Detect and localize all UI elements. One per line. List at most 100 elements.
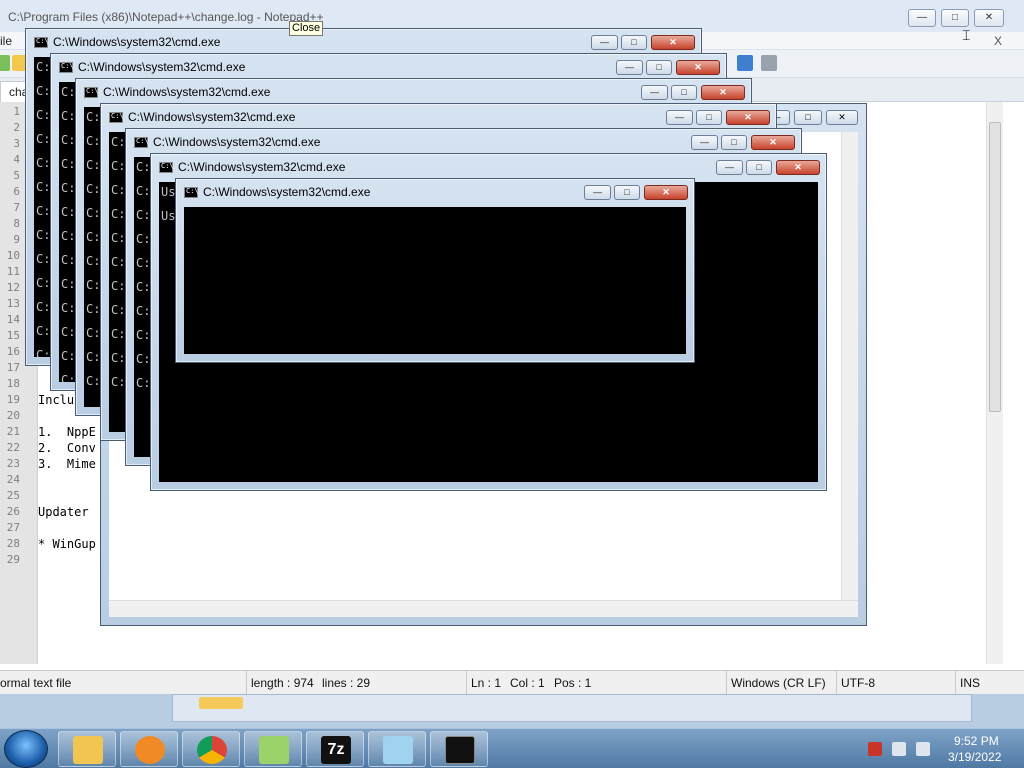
new-file-icon[interactable]	[0, 55, 10, 71]
console-line: C:	[86, 158, 101, 172]
clock-time[interactable]: 9:52 PM	[954, 734, 999, 748]
status-ln: Ln : 1	[466, 671, 501, 695]
console-line: C:	[86, 374, 101, 388]
console-line: C:	[61, 277, 76, 291]
close-document-icon[interactable]: X	[994, 32, 1002, 50]
editor-vertical-scrollbar[interactable]	[986, 102, 1003, 664]
close-button[interactable]: ✕	[676, 60, 720, 75]
taskbar-notepad-button[interactable]	[368, 731, 426, 767]
status-col: Col : 1	[510, 676, 545, 690]
console-line: C:	[136, 328, 151, 342]
start-button[interactable]	[4, 730, 48, 768]
horizontal-scrollbar[interactable]	[109, 600, 858, 617]
cmd-window[interactable]: C:\Windows\system32\cmd.exe ✕ □—	[175, 178, 695, 363]
line-number: 22	[6, 441, 20, 454]
cmd-icon	[159, 162, 174, 173]
close-button[interactable]: ✕	[776, 160, 820, 175]
maximize-button[interactable]: □	[621, 35, 647, 50]
status-length: length : 974	[246, 671, 314, 695]
volume-icon[interactable]	[916, 742, 930, 756]
line-number: 7	[13, 201, 20, 214]
maximize-button[interactable]: □	[721, 135, 747, 150]
console-line: C:	[61, 373, 76, 382]
scrollbar-thumb[interactable]	[989, 122, 1001, 412]
cmd-window-title: C:\Windows\system32\cmd.exe	[203, 185, 371, 199]
console-line: C:	[61, 205, 76, 219]
minimize-button[interactable]: —	[691, 135, 718, 150]
maximize-button[interactable]: □	[696, 110, 722, 125]
code-line: 2. Conv	[38, 441, 96, 455]
console-line: C:	[36, 324, 51, 338]
cmd-icon	[34, 37, 49, 48]
taskbar-notepad-plus-plus-button[interactable]	[244, 731, 302, 767]
media-player-icon	[135, 736, 165, 764]
npp-close-button[interactable]: ✕	[974, 9, 1004, 27]
console-line: C:	[86, 230, 101, 244]
close-button[interactable]: ✕	[701, 85, 745, 100]
maximize-button[interactable]: □	[671, 85, 697, 100]
7zip-icon: 7z	[321, 736, 351, 764]
macro-icon[interactable]	[761, 55, 777, 71]
status-file-type: ormal text file	[0, 676, 72, 690]
line-number: 6	[13, 185, 20, 198]
bottom-panel	[172, 694, 972, 722]
status-insert-mode: INS	[955, 671, 980, 695]
console-line: C:	[136, 184, 151, 198]
npp-minimize-button[interactable]: —	[908, 9, 936, 27]
minimize-button[interactable]: —	[716, 160, 743, 175]
line-number: 17	[6, 361, 20, 374]
maximize-button[interactable]: □	[646, 60, 672, 75]
close-button[interactable]: ✕	[826, 110, 858, 125]
line-number: 8	[13, 217, 20, 230]
taskbar-cmd-button[interactable]	[430, 731, 488, 767]
line-number: 19	[6, 393, 20, 406]
minimize-button[interactable]: —	[641, 85, 668, 100]
close-button[interactable]: ✕	[651, 35, 695, 50]
console-output[interactable]	[184, 207, 686, 354]
minimize-button[interactable]: —	[616, 60, 643, 75]
line-number: 24	[6, 473, 20, 486]
close-button[interactable]: ✕	[751, 135, 795, 150]
action-center-icon[interactable]	[868, 742, 882, 756]
maximize-button[interactable]: □	[614, 185, 640, 200]
console-line: C:	[136, 256, 151, 270]
notepad-icon	[383, 736, 413, 764]
maximize-button[interactable]: □	[794, 110, 822, 125]
network-icon[interactable]	[892, 742, 906, 756]
taskbar-7zip-button[interactable]: 7z	[306, 731, 364, 767]
menu-file[interactable]: ile	[0, 34, 12, 48]
console-line: C:	[111, 207, 126, 221]
folder-icon	[73, 736, 103, 764]
console-line: C:	[36, 204, 51, 218]
taskbar-explorer-button[interactable]	[58, 731, 116, 767]
system-tray: 9:52 PM 3/19/2022	[862, 729, 1024, 768]
cmd-window-title: C:\Windows\system32\cmd.exe	[53, 35, 221, 49]
console-line: C:	[86, 254, 101, 268]
console-line: C:	[136, 232, 151, 246]
console-line: C:	[86, 110, 101, 124]
npp-bottom-area	[0, 694, 1024, 728]
clock-date[interactable]: 3/19/2022	[948, 750, 1001, 764]
console-line: C:	[136, 352, 151, 366]
console-line: C:	[36, 228, 51, 242]
console-line: C:	[111, 135, 126, 149]
minimize-button[interactable]: —	[584, 185, 611, 200]
cmd-window-title: C:\Windows\system32\cmd.exe	[128, 110, 296, 124]
maximize-button[interactable]: □	[746, 160, 772, 175]
console-line: C:	[86, 302, 101, 316]
minimize-button[interactable]: —	[591, 35, 618, 50]
npp-maximize-button[interactable]: □	[941, 9, 969, 27]
taskbar-media-player-button[interactable]	[120, 731, 178, 767]
line-number: 15	[6, 329, 20, 342]
console-line: Us	[161, 185, 176, 199]
fast-forward-icon[interactable]	[737, 55, 753, 71]
close-button[interactable]: ✕	[644, 185, 688, 200]
line-number: 3	[13, 137, 20, 150]
close-button[interactable]: ✕	[726, 110, 770, 125]
vertical-scrollbar[interactable]	[841, 132, 858, 600]
console-line: C:	[61, 253, 76, 267]
console-line: C:	[36, 180, 51, 194]
line-number: 5	[13, 169, 20, 182]
minimize-button[interactable]: —	[666, 110, 693, 125]
taskbar-chrome-button[interactable]	[182, 731, 240, 767]
